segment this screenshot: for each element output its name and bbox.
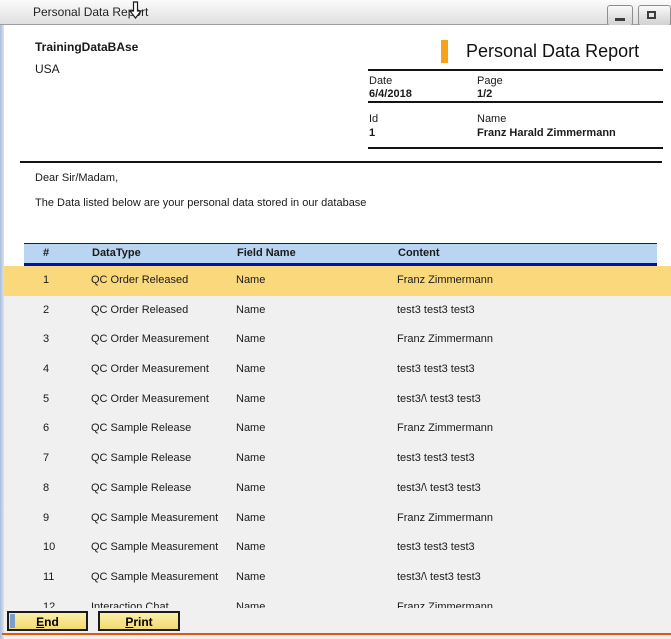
row-field-cell: Name [236, 504, 265, 534]
section-divider [20, 161, 662, 163]
column-header-num: # [43, 244, 49, 263]
row-field-cell: Name [236, 325, 265, 355]
row-num-cell: 4 [43, 355, 49, 385]
print-button-label-rest: rint [133, 615, 152, 629]
table-row[interactable]: 5 QC Order Measurement Name test3/\ test3 t… [4, 385, 671, 415]
table-row[interactable]: 12 Interaction Chat Name Franz Zimmermann [4, 593, 671, 608]
row-content-cell: test3/\ test3 test3 [397, 385, 481, 415]
meta-divider-middle [368, 101, 663, 103]
focus-indicator [10, 614, 15, 628]
row-field-cell: Name [236, 593, 265, 608]
page-value: 1/2 [477, 88, 492, 100]
row-datatype-cell: QC Sample Release [91, 444, 191, 474]
table-row[interactable]: 8 QC Sample Release Name test3/\ test3 test… [4, 474, 671, 504]
row-num-cell: 2 [43, 296, 49, 326]
row-content-cell: test3 test3 test3 [397, 355, 475, 385]
minimize-icon [615, 18, 625, 21]
row-field-cell: Name [236, 266, 265, 296]
row-content-cell: test3 test3 test3 [397, 296, 475, 326]
minimize-button[interactable] [607, 5, 633, 26]
row-num-cell: 11 [43, 563, 54, 593]
table-row[interactable]: 3 QC Order Measurement Name Franz Zimmerman… [4, 325, 671, 355]
meta-divider-bottom [368, 147, 663, 149]
column-header-content: Content [398, 244, 440, 263]
table-row[interactable]: 1 QC Order Released Name Franz Zimmermann [4, 266, 671, 296]
row-field-cell: Name [236, 474, 265, 504]
table-row[interactable]: 4 QC Order Measurement Name test3 test3 tes… [4, 355, 671, 385]
row-content-cell: Franz Zimmermann [397, 593, 493, 608]
maximize-icon [647, 11, 656, 19]
bottom-orange-divider [2, 633, 671, 635]
salutation-text: Dear Sir/Madam, [35, 172, 118, 184]
row-datatype-cell: Interaction Chat [91, 593, 169, 608]
row-num-cell: 12 [43, 593, 55, 608]
end-button-label-rest: nd [44, 615, 59, 629]
id-label: Id [369, 113, 378, 125]
table-row[interactable]: 6 QC Sample Release Name Franz Zimmermann [4, 414, 671, 444]
row-field-cell: Name [236, 533, 265, 563]
row-datatype-cell: QC Order Measurement [91, 385, 209, 415]
table-header: # DataType Field Name Content [24, 243, 657, 266]
table-row[interactable]: 9 QC Sample Measurement Name Franz Zimmerma… [4, 504, 671, 534]
report-country: USA [35, 62, 60, 76]
row-field-cell: Name [236, 385, 265, 415]
end-button-label: E [36, 615, 44, 629]
row-field-cell: Name [236, 355, 265, 385]
row-datatype-cell: QC Sample Measurement [91, 563, 218, 593]
row-datatype-cell: QC Order Released [91, 266, 188, 296]
column-header-field-name: Field Name [237, 244, 296, 263]
row-datatype-cell: QC Sample Measurement [91, 533, 218, 563]
date-value: 6/4/2018 [369, 88, 412, 100]
row-field-cell: Name [236, 444, 265, 474]
row-field-cell: Name [236, 414, 265, 444]
row-datatype-cell: QC Sample Release [91, 474, 191, 504]
row-datatype-cell: QC Sample Measurement [91, 504, 218, 534]
row-content-cell: Franz Zimmermann [397, 325, 493, 355]
row-datatype-cell: QC Order Released [91, 296, 188, 326]
row-field-cell: Name [236, 296, 265, 326]
report-company: TrainingDataBAse [35, 40, 138, 54]
print-button[interactable]: Print [98, 611, 180, 631]
date-label: Date [369, 75, 392, 87]
column-header-datatype: DataType [92, 244, 141, 263]
id-value: 1 [369, 127, 375, 139]
row-content-cell: Franz Zimmermann [397, 266, 493, 296]
row-datatype-cell: QC Order Measurement [91, 355, 209, 385]
page-label: Page [477, 75, 503, 87]
row-content-cell: Franz Zimmermann [397, 414, 493, 444]
row-num-cell: 7 [43, 444, 49, 474]
alternate-select-cursor-icon [128, 1, 143, 26]
end-button[interactable]: End [7, 611, 88, 631]
row-num-cell: 10 [43, 533, 55, 563]
row-content-cell: test3 test3 test3 [397, 533, 475, 563]
row-field-cell: Name [236, 563, 265, 593]
personal-data-report-window: Personal Data Report TrainingDataBAse US… [0, 0, 671, 639]
row-num-cell: 5 [43, 385, 49, 415]
table-row[interactable]: 2 QC Order Released Name test3 test3 test3 [4, 296, 671, 326]
report-accent-bar [441, 40, 448, 63]
intro-text: The Data listed below are your personal … [35, 197, 366, 209]
row-datatype-cell: QC Order Measurement [91, 325, 209, 355]
row-num-cell: 1 [43, 266, 49, 296]
row-content-cell: test3/\ test3 test3 [397, 474, 481, 504]
table-body: 1 QC Order Released Name Franz Zimmermann 2 Q… [4, 266, 671, 608]
row-datatype-cell: QC Sample Release [91, 414, 191, 444]
report-title: Personal Data Report [466, 41, 639, 62]
row-content-cell: Franz Zimmermann [397, 504, 493, 534]
name-value: Franz Harald Zimmermann [477, 127, 616, 139]
row-content-cell: test3/\ test3 test3 [397, 563, 481, 593]
window-frame-left [0, 25, 4, 639]
maximize-button[interactable] [638, 5, 671, 26]
row-num-cell: 3 [43, 325, 49, 355]
row-num-cell: 6 [43, 414, 49, 444]
window-titlebar[interactable]: Personal Data Report [0, 0, 671, 25]
row-content-cell: test3 test3 test3 [397, 444, 475, 474]
table-row[interactable]: 10 QC Sample Measurement Name test3 test3 t… [4, 533, 671, 563]
name-label: Name [477, 113, 506, 125]
row-num-cell: 8 [43, 474, 49, 504]
table-row[interactable]: 11 QC Sample Measurement Name test3/\ test3… [4, 563, 671, 593]
row-num-cell: 9 [43, 504, 49, 534]
table-row[interactable]: 7 QC Sample Release Name test3 test3 test3 [4, 444, 671, 474]
meta-divider-top [368, 69, 663, 71]
